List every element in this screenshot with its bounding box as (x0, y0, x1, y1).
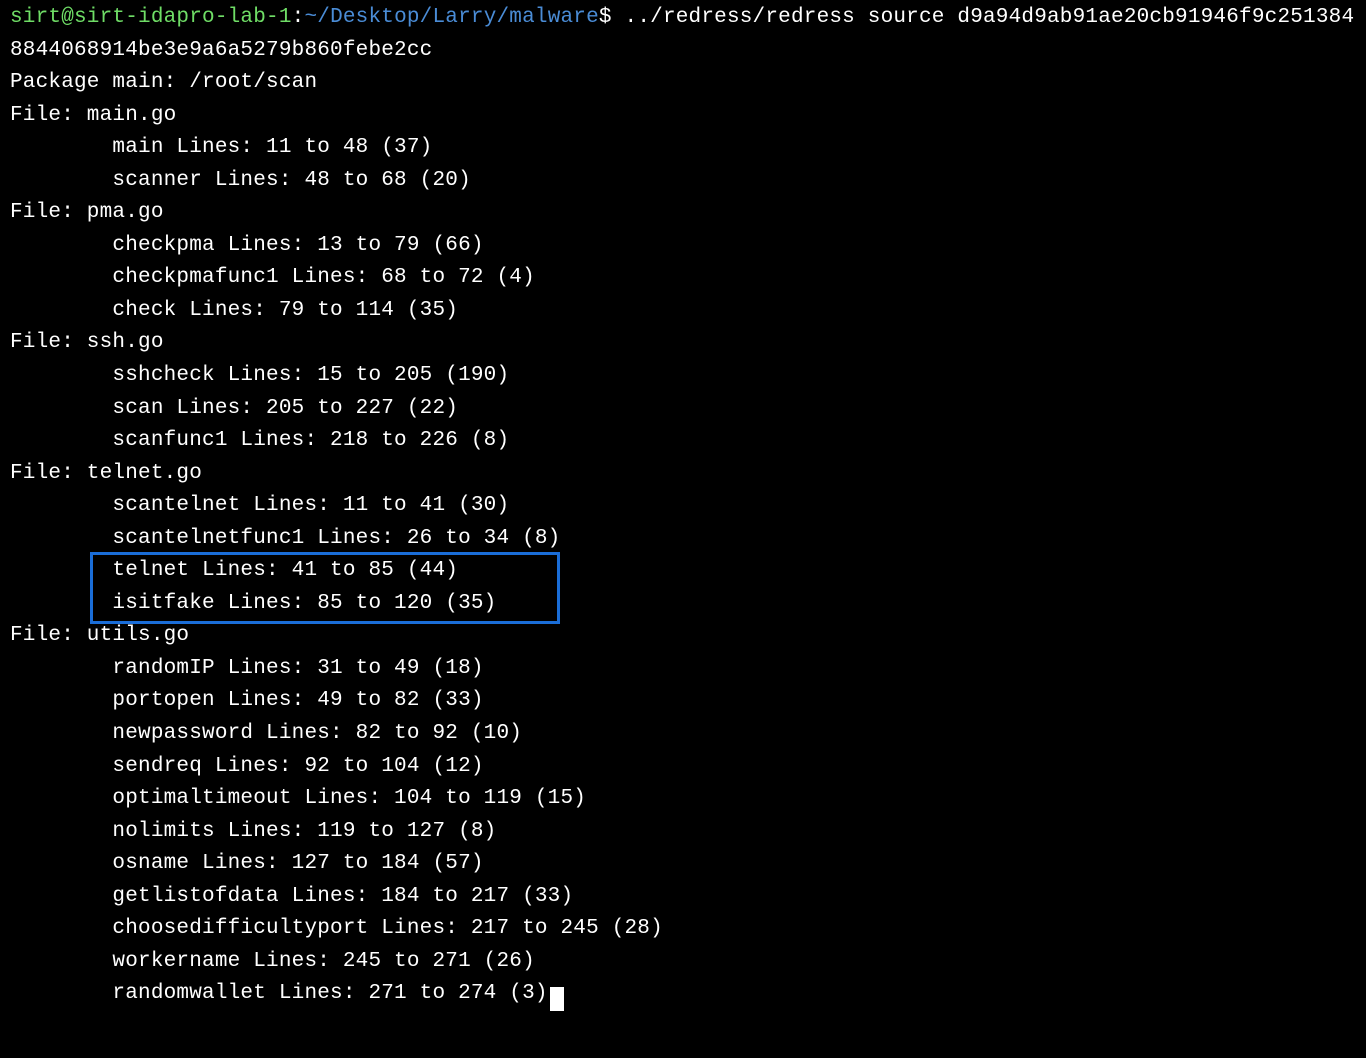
terminal-window[interactable]: sirt@sirt-idapro-lab-1:~/Desktop/Larry/m… (10, 2, 1356, 1011)
prompt-colon: : (292, 6, 305, 29)
command-line: sirt@sirt-idapro-lab-1:~/Desktop/Larry/m… (10, 2, 1356, 67)
file-header: File: utils.go (10, 620, 1356, 653)
function-line: scantelnet Lines: 11 to 41 (30) (10, 490, 1356, 523)
function-line: main Lines: 11 to 48 (37) (10, 132, 1356, 165)
prompt-dollar: $ (599, 6, 612, 29)
function-line: nolimits Lines: 119 to 127 (8) (10, 816, 1356, 849)
file-header: File: pma.go (10, 197, 1356, 230)
function-line: scantelnetfunc1 Lines: 26 to 34 (8) (10, 523, 1356, 556)
function-line: portopen Lines: 49 to 82 (33) (10, 685, 1356, 718)
function-line: choosedifficultyport Lines: 217 to 245 (… (10, 913, 1356, 946)
function-line: osname Lines: 127 to 184 (57) (10, 848, 1356, 881)
prompt-userhost: sirt@sirt-idapro-lab-1 (10, 6, 292, 29)
prompt-path: ~/Desktop/Larry/malware (304, 6, 598, 29)
function-line: newpassword Lines: 82 to 92 (10) (10, 718, 1356, 751)
function-line: scanner Lines: 48 to 68 (20) (10, 165, 1356, 198)
function-line: scan Lines: 205 to 227 (22) (10, 393, 1356, 426)
function-line: randomwallet Lines: 271 to 274 (3) (10, 978, 1356, 1011)
function-line: randomIP Lines: 31 to 49 (18) (10, 653, 1356, 686)
function-line: optimaltimeout Lines: 104 to 119 (15) (10, 783, 1356, 816)
function-line: checkpmafunc1 Lines: 68 to 72 (4) (10, 262, 1356, 295)
function-line: sshcheck Lines: 15 to 205 (190) (10, 360, 1356, 393)
function-line: checkpma Lines: 13 to 79 (66) (10, 230, 1356, 263)
package-line: Package main: /root/scan (10, 67, 1356, 100)
function-line: getlistofdata Lines: 184 to 217 (33) (10, 881, 1356, 914)
function-line: check Lines: 79 to 114 (35) (10, 295, 1356, 328)
file-header: File: telnet.go (10, 458, 1356, 491)
file-header: File: ssh.go (10, 327, 1356, 360)
function-line: scanfunc1 Lines: 218 to 226 (8) (10, 425, 1356, 458)
highlight-rectangle (90, 552, 560, 624)
function-line: sendreq Lines: 92 to 104 (12) (10, 751, 1356, 784)
function-line: workername Lines: 245 to 271 (26) (10, 946, 1356, 979)
terminal-cursor (550, 987, 564, 1011)
file-header: File: main.go (10, 100, 1356, 133)
